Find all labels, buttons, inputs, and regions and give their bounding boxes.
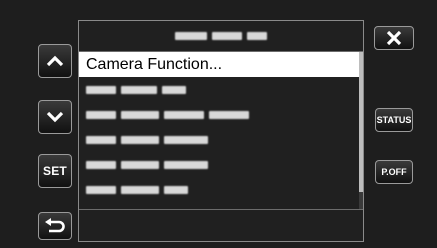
menu-list: Camera Function... bbox=[79, 52, 359, 202]
power-off-button[interactable]: P.OFF bbox=[375, 160, 413, 184]
scroll-down-button[interactable] bbox=[38, 100, 72, 134]
scrollbar[interactable] bbox=[359, 52, 363, 210]
scrollbar-thumb[interactable] bbox=[359, 52, 363, 192]
menu-panel: Camera Function... bbox=[78, 20, 364, 242]
set-button-label: SET bbox=[43, 164, 67, 178]
power-off-button-label: P.OFF bbox=[381, 167, 407, 177]
menu-item-label: Camera Function... bbox=[86, 55, 223, 73]
menu-title-obscured bbox=[175, 32, 267, 40]
menu-item[interactable] bbox=[79, 127, 359, 152]
close-x-icon bbox=[386, 30, 402, 46]
back-button[interactable] bbox=[38, 212, 72, 240]
scroll-up-button[interactable] bbox=[38, 44, 72, 78]
close-button[interactable] bbox=[374, 26, 414, 50]
status-button[interactable]: STATUS bbox=[375, 108, 413, 132]
camera-menu-screen: SET Camera Function... STATUS P.OFF bbox=[0, 0, 437, 248]
list-bottom-divider bbox=[79, 209, 363, 210]
menu-title bbox=[79, 21, 363, 51]
menu-item[interactable] bbox=[79, 152, 359, 177]
status-button-label: STATUS bbox=[376, 115, 412, 125]
menu-item[interactable] bbox=[79, 177, 359, 202]
chevron-down-icon bbox=[46, 111, 64, 123]
menu-item[interactable] bbox=[79, 77, 359, 102]
menu-item-camera-function[interactable]: Camera Function... bbox=[79, 52, 359, 77]
chevron-up-icon bbox=[46, 55, 64, 67]
set-button[interactable]: SET bbox=[38, 154, 72, 188]
return-arrow-icon bbox=[45, 218, 65, 233]
menu-item[interactable] bbox=[79, 102, 359, 127]
